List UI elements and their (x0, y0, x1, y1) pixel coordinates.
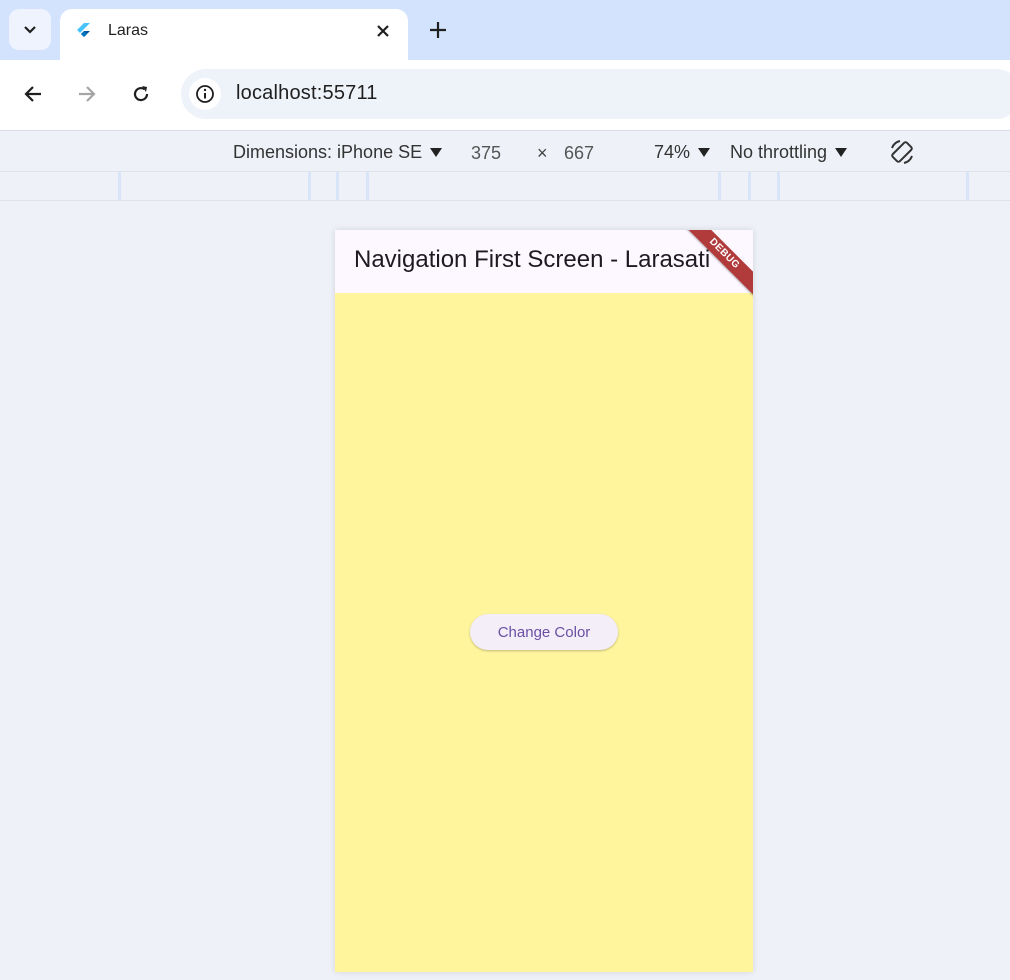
reload-button[interactable] (125, 78, 157, 110)
tab-close-button[interactable] (372, 20, 394, 42)
zoom-label: 74% (654, 142, 691, 162)
url-text[interactable]: localhost:55711 (236, 82, 378, 105)
width-input[interactable]: 375 (471, 143, 501, 164)
address-bar[interactable]: localhost:55711 (181, 69, 1010, 119)
info-icon (196, 85, 214, 103)
ruler-marker (748, 172, 751, 200)
caret-down-icon (430, 148, 443, 157)
tab-title: Laras (108, 22, 149, 39)
ruler-marker (308, 172, 311, 200)
appbar-title: Navigation First Screen - Larasati (354, 246, 711, 273)
device-viewport: Navigation First Screen - Larasati DEBUG… (335, 230, 753, 972)
tab-search-button[interactable] (9, 9, 51, 50)
app-bar: Navigation First Screen - Larasati (335, 230, 753, 293)
chevron-down-icon (24, 25, 36, 34)
arrow-right-icon (79, 86, 96, 102)
device-toolbar: Dimensions: iPhone SE 375 × 667 74% No t… (0, 130, 1010, 171)
dimensions-label: Dimensions: iPhone SE (233, 142, 423, 162)
active-tab[interactable]: Laras (60, 9, 408, 60)
throttling-dropdown[interactable]: No throttling (730, 142, 848, 163)
dimensions-dropdown[interactable]: Dimensions: iPhone SE (233, 142, 443, 163)
times-separator: × (537, 143, 548, 163)
ruler-marker (718, 172, 721, 200)
close-icon (377, 25, 389, 37)
media-query-ruler (0, 171, 1010, 201)
site-info-button[interactable] (189, 78, 221, 110)
reload-icon (133, 86, 149, 102)
zoom-dropdown[interactable]: 74% (654, 142, 711, 163)
throttling-label: No throttling (730, 142, 828, 162)
new-tab-button[interactable] (424, 16, 452, 44)
ruler-marker (118, 172, 121, 200)
change-color-button[interactable]: Change Color (470, 614, 618, 650)
browser-toolbar: localhost:55711 (0, 60, 1010, 130)
tab-strip: Laras (0, 0, 1010, 60)
ruler-marker (336, 172, 339, 200)
forward-button[interactable] (71, 78, 103, 110)
height-input[interactable]: 667 (564, 143, 594, 164)
plus-icon (430, 22, 446, 38)
rotate-button[interactable] (885, 135, 919, 169)
flutter-icon (77, 23, 90, 37)
ruler-marker (966, 172, 969, 200)
caret-down-icon (698, 148, 711, 157)
ruler-marker (366, 172, 369, 200)
back-button[interactable] (17, 78, 49, 110)
arrow-left-icon (24, 86, 41, 102)
ruler-marker (777, 172, 780, 200)
caret-down-icon (835, 148, 848, 157)
rotate-icon (891, 140, 913, 164)
